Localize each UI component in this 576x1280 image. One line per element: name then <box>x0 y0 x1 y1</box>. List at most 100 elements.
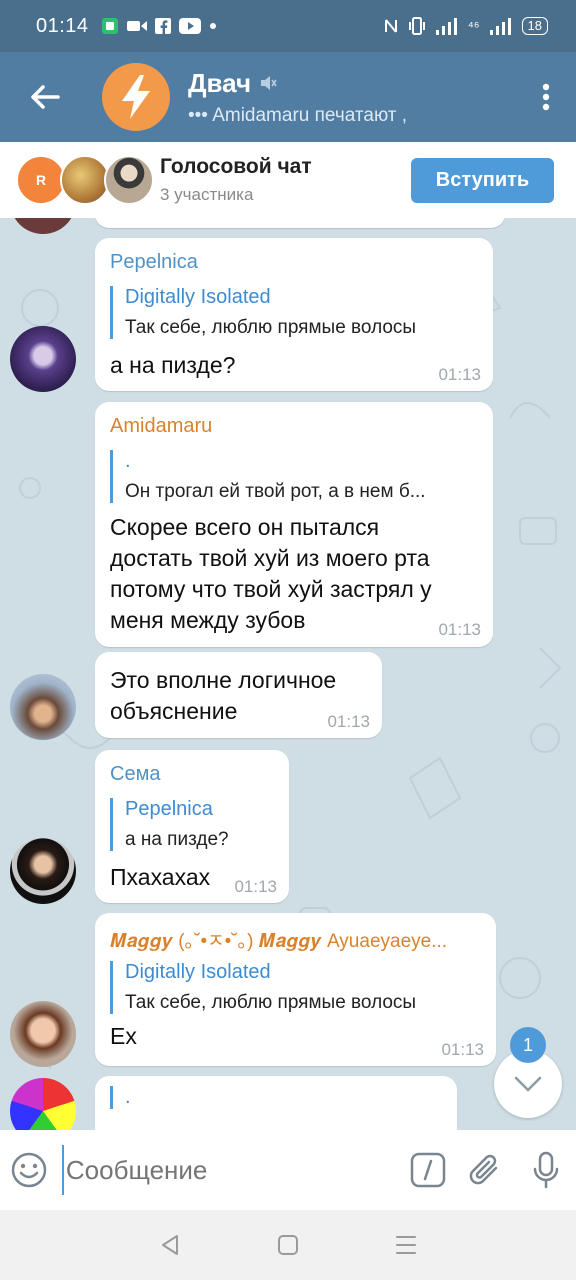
message-time: 01:13 <box>441 1040 484 1059</box>
bot-commands-button[interactable] <box>401 1130 454 1210</box>
message-input[interactable] <box>61 1145 401 1195</box>
nav-home-icon[interactable] <box>277 1234 299 1256</box>
microphone-icon <box>533 1151 558 1189</box>
message-bubble-partial[interactable] <box>95 218 505 228</box>
message-time: 01:13 <box>327 712 370 731</box>
user-avatar-sema[interactable] <box>10 838 76 904</box>
user-avatar-pepelnica[interactable] <box>10 326 76 392</box>
reply-quote[interactable]: . Он трогал ей твой рот, а в нем б... <box>110 450 426 503</box>
reply-quote[interactable]: Digitally Isolated Так себе, люблю прямы… <box>110 961 416 1014</box>
chevron-down-icon <box>514 1076 542 1092</box>
message-line: объяснение <box>110 698 238 724</box>
nav-recents-icon[interactable] <box>394 1234 418 1256</box>
voice-chat-avatars: R <box>16 153 156 207</box>
more-vertical-icon <box>542 83 550 111</box>
reply-author: . <box>125 450 131 472</box>
user-avatar-maggy[interactable] <box>10 1001 76 1067</box>
dot-icon <box>209 23 216 29</box>
typing-status: Amidamaru печатают , <box>212 104 408 126</box>
reply-quote[interactable]: Digitally Isolated Так себе, люблю прямы… <box>110 286 416 339</box>
participant-avatar: R <box>16 155 66 205</box>
nfc-icon <box>384 19 397 33</box>
reply-quote[interactable]: . <box>110 1086 131 1109</box>
battery-indicator: 18 <box>521 17 548 35</box>
nav-back-icon[interactable] <box>158 1233 182 1257</box>
reply-author: Digitally Isolated <box>125 286 271 308</box>
message-bubble[interactable]: . <box>95 1076 457 1130</box>
attach-button[interactable] <box>454 1130 515 1210</box>
network-type: ⁴⁶ <box>467 18 480 34</box>
message-line: Скорее всего он пытался <box>110 514 380 540</box>
message-list[interactable]: Pepelnica Digitally Isolated Так себе, л… <box>0 218 576 1130</box>
participant-avatar <box>104 155 154 205</box>
message-text: Ex <box>110 1023 137 1049</box>
paperclip-icon <box>469 1154 497 1185</box>
emoji-icon <box>11 1152 47 1188</box>
lightning-icon <box>122 75 150 119</box>
app-notification-icon <box>101 18 118 34</box>
reply-author: . <box>125 1086 131 1108</box>
system-icons: ⁴⁶ 18 <box>384 17 548 35</box>
reply-text: а на пизде? <box>125 829 229 850</box>
user-avatar-amidamaru[interactable] <box>10 674 76 740</box>
message-text: Скорее всего он пытался достать твой хуй… <box>110 512 432 636</box>
message-line: потому что твой хуй застрял у <box>110 576 432 602</box>
message-bubble[interactable]: Это вполне логичное объяснение 01:13 <box>95 652 382 738</box>
participant-avatar <box>60 155 110 205</box>
message-bubble[interactable]: Pepelnica Digitally Isolated Так себе, л… <box>95 238 493 391</box>
message-time: 01:13 <box>438 620 481 639</box>
message-author[interactable]: Amidamaru <box>110 415 212 438</box>
chat-title: Двач <box>188 67 252 98</box>
message-text: Пхахахах <box>110 864 211 890</box>
message-bubble[interactable]: Amidamaru . Он трогал ей твой рот, а в н… <box>95 402 493 647</box>
message-time: 01:13 <box>438 365 481 384</box>
reply-quote[interactable]: Pepelnica а на пизде? <box>110 798 229 851</box>
back-button[interactable] <box>0 52 90 142</box>
status-bar: 01:14 ⁴⁶ 18 <box>0 0 576 52</box>
back-arrow-icon <box>31 85 60 109</box>
join-voice-chat-button[interactable]: Вступить <box>411 157 554 203</box>
voice-chat-title: Голосовой чат <box>160 155 312 178</box>
emoji-button[interactable] <box>0 1130 58 1210</box>
voice-chat-participants: 3 участника <box>160 185 254 204</box>
reply-text: Он трогал ей твой рот, а в нем б... <box>125 481 426 502</box>
more-menu-button[interactable] <box>516 52 576 142</box>
voice-chat-bar[interactable]: R Голосовой чат 3 участника Вступить <box>0 142 576 218</box>
message-bubble[interactable]: 𝑴𝒂𝒈𝒈𝒚 (｡˘•ㅈ•˘｡) 𝑴𝒂𝒈𝒈𝒚 Ayuaeyaeye... Digi… <box>95 913 496 1066</box>
reply-author: Pepelnica <box>125 798 213 820</box>
status-time: 01:14 <box>36 14 89 37</box>
message-line: достать твой хуй из моего рта <box>110 545 430 571</box>
reply-author: Digitally Isolated <box>125 961 271 983</box>
chat-subtitle: ••• Amidamaru печатают , <box>188 105 516 127</box>
message-author[interactable]: Pepelnica <box>110 251 198 274</box>
voice-chat-info: Голосовой чат 3 участника <box>160 155 411 205</box>
message-time: 01:13 <box>234 877 277 896</box>
message-bubble[interactable]: Сема Pepelnica а на пизде? Пхахахах 01:1… <box>95 750 289 903</box>
chat-info[interactable]: Двач ••• Amidamaru печатают , <box>188 68 516 127</box>
message-text: а на пизде? <box>110 352 236 378</box>
youtube-icon <box>178 18 201 34</box>
reply-text: Так себе, люблю прямые волосы <box>125 317 417 338</box>
reply-text: Так себе, люблю прямые волосы <box>125 992 417 1013</box>
participant-initial: R <box>35 172 47 188</box>
message-text: Это вполне логичное объяснение <box>110 665 336 727</box>
unread-count-badge: 1 <box>510 1027 546 1063</box>
vibrate-icon <box>408 17 425 35</box>
message-author[interactable]: 𝑴𝒂𝒈𝒈𝒚 (｡˘•ㅈ•˘｡) 𝑴𝒂𝒈𝒈𝒚 Ayuaeyaeye... <box>110 926 447 953</box>
voice-record-button[interactable] <box>515 1130 576 1210</box>
slash-command-icon <box>410 1152 445 1188</box>
muted-icon <box>261 76 277 90</box>
group-avatar[interactable] <box>102 63 170 131</box>
message-author[interactable]: Сема <box>110 763 160 786</box>
system-navigation-bar <box>0 1210 576 1280</box>
video-icon <box>126 21 147 31</box>
message-line: меня между зубов <box>110 607 306 633</box>
notification-icons <box>101 17 217 35</box>
message-line: Это вполне логичное <box>110 667 337 693</box>
chat-title-row: Двач <box>188 68 516 99</box>
signal-2-icon <box>489 18 511 35</box>
message-input-bar <box>0 1130 576 1210</box>
signal-icon <box>435 18 457 35</box>
facebook-icon <box>154 18 171 34</box>
chat-header: Двач ••• Amidamaru печатают , <box>0 52 576 142</box>
